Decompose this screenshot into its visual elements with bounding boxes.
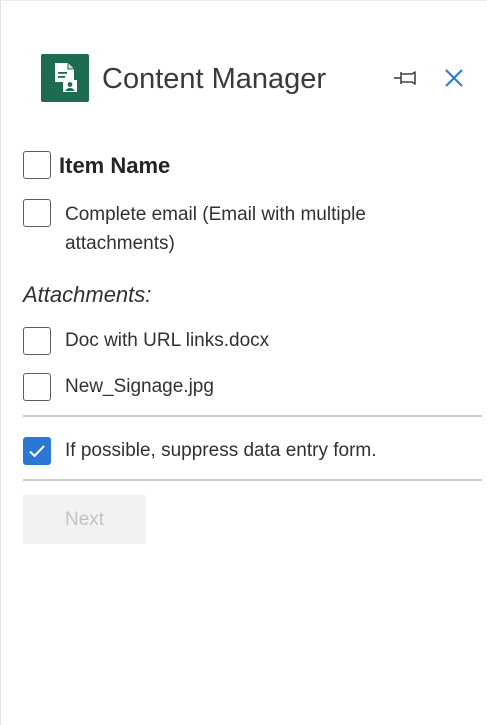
pane-title: Content Manager [102, 63, 327, 95]
attachment-label: Doc with URL links.docx [65, 330, 270, 351]
item-name-row[interactable]: Item Name [23, 151, 170, 181]
suppress-form-row[interactable]: If possible, suppress data entry form. [23, 437, 377, 465]
suppress-form-checkbox[interactable] [23, 437, 51, 465]
pin-icon [394, 71, 416, 85]
item-name-checkbox[interactable] [23, 151, 51, 179]
attachments-heading: Attachments: [23, 282, 152, 307]
suppress-form-label: If possible, suppress data entry form. [65, 440, 377, 461]
complete-email-row[interactable]: Complete email (Email with multiple atta… [23, 199, 443, 258]
attachment-checkbox-jpg[interactable] [23, 373, 51, 401]
content-manager-logo-icon [41, 54, 89, 102]
pin-button[interactable] [391, 65, 421, 91]
next-button[interactable]: Next [23, 495, 146, 544]
attachment-checkbox-doc[interactable] [23, 327, 51, 355]
attachment-row[interactable]: New_Signage.jpg [23, 373, 214, 401]
attachment-label: New_Signage.jpg [65, 376, 214, 397]
pane-header: Content Manager [1, 1, 487, 111]
complete-email-checkbox[interactable] [23, 199, 51, 227]
divider [23, 479, 482, 481]
attachment-row[interactable]: Doc with URL links.docx [23, 327, 269, 355]
close-button[interactable] [439, 63, 469, 93]
content-manager-pane: Content Manager Item Name Complete email… [0, 0, 487, 725]
item-name-label: Item Name [59, 153, 171, 178]
complete-email-label: Complete email (Email with multiple atta… [65, 204, 366, 254]
close-icon [445, 69, 463, 87]
divider [23, 415, 482, 417]
checkmark-icon [29, 445, 45, 458]
